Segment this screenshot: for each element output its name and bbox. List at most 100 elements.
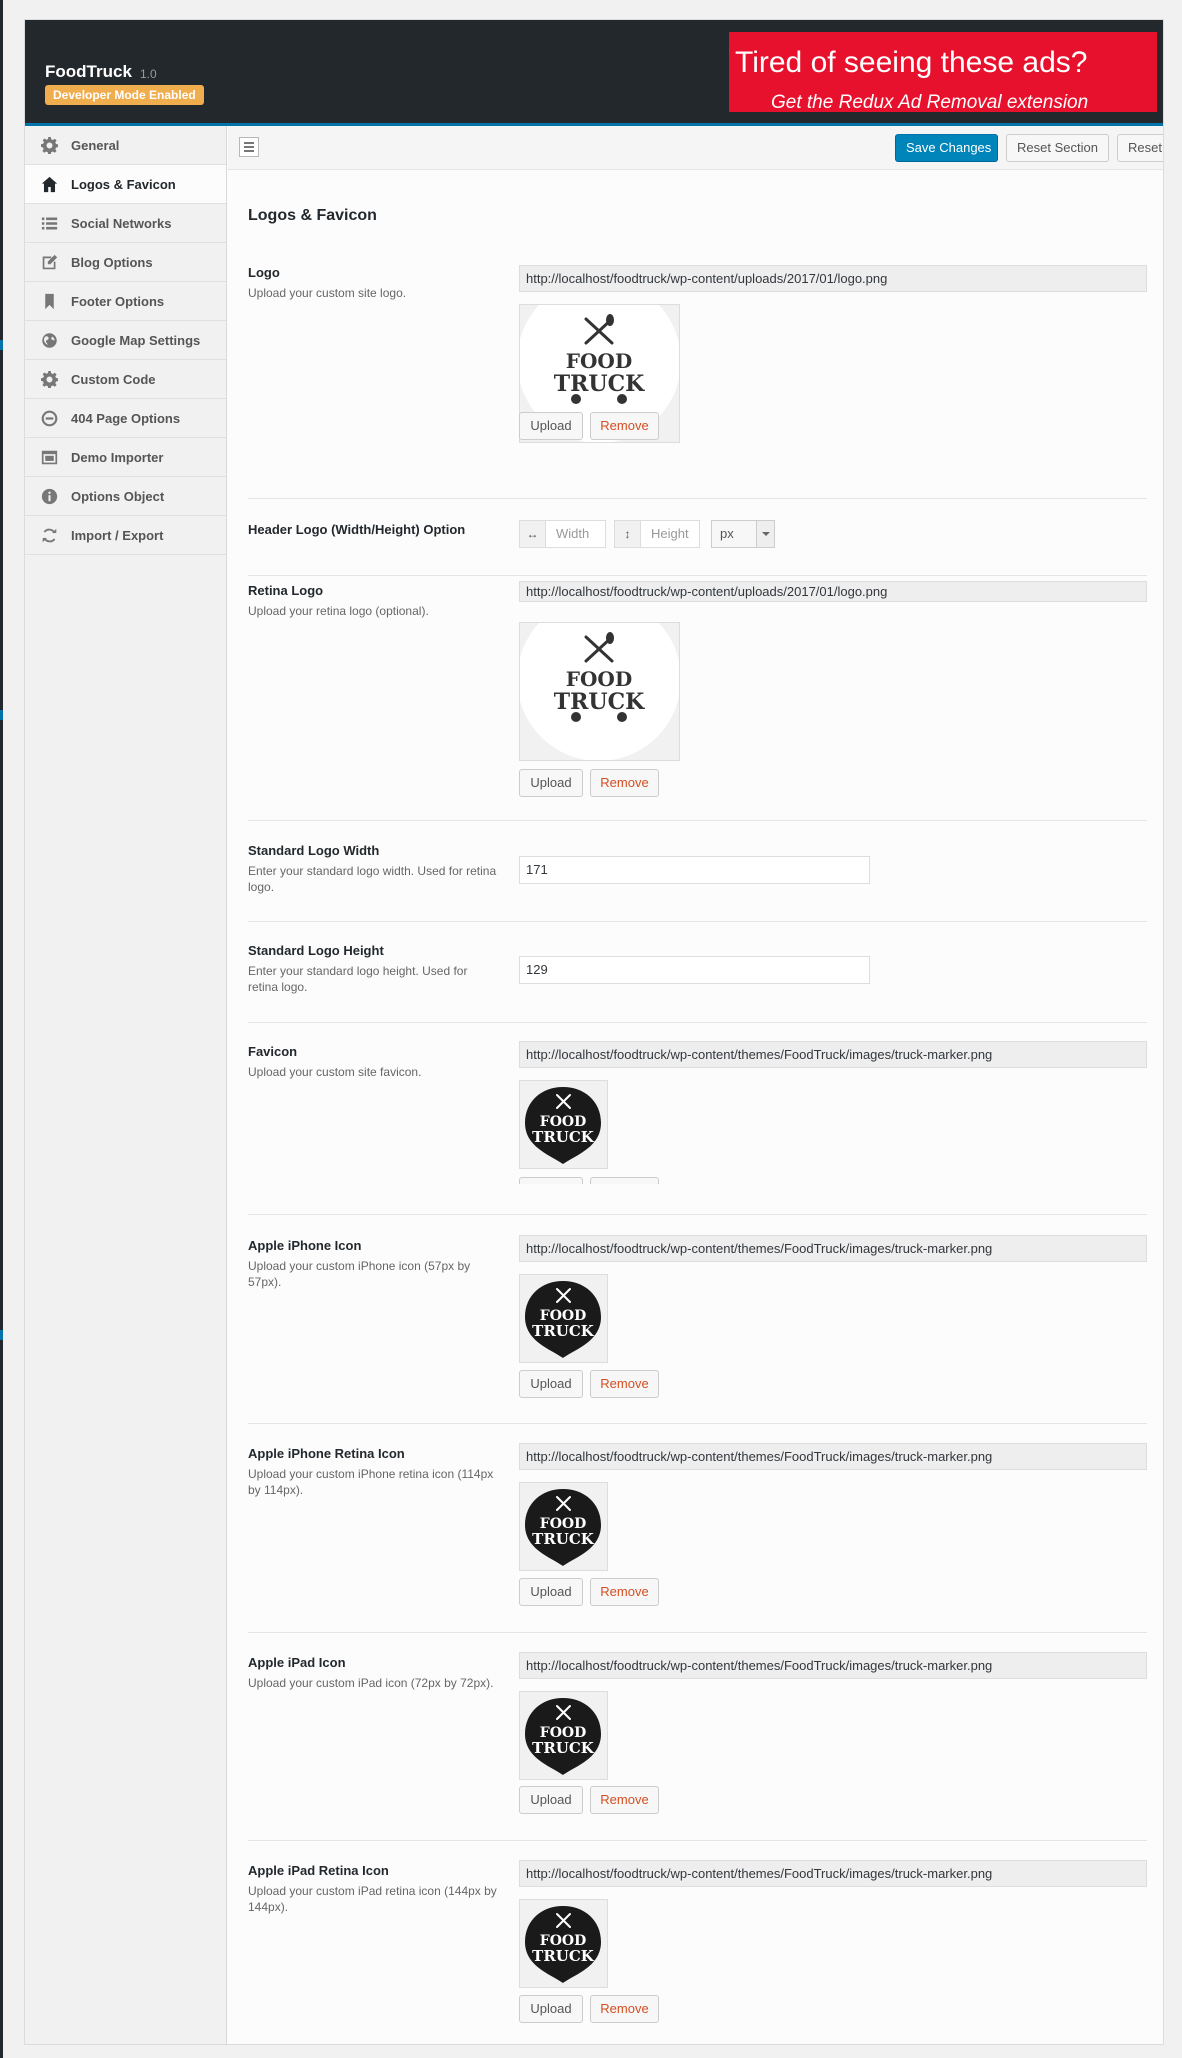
logo-text-line2: TRUCK (554, 689, 645, 715)
logo-text-line2: TRUCK (532, 1739, 595, 1757)
field-description: Enter your standard logo width. Used for… (248, 864, 497, 894)
ad-subtitle: Get the Redux Ad Removal extension (771, 92, 1089, 113)
truck-marker-image: FOOD TRUCK (525, 1698, 601, 1775)
field-apple-ipad-retina-icon: Apple iPad Retina Icon Upload your custo… (248, 1842, 1147, 2044)
panel-header: FoodTruck 1.0 Developer Mode Enabled Tir… (25, 20, 1163, 126)
header-logo-width-input[interactable]: ↔ Width (519, 520, 606, 548)
field-description: Upload your retina logo (optional). (248, 604, 429, 618)
sidebar-item-label: 404 Page Options (71, 410, 181, 426)
logo-text-line2: TRUCK (532, 1530, 595, 1548)
list-icon (39, 213, 59, 233)
bookmark-icon (39, 291, 59, 311)
chevron-down-icon (756, 521, 774, 547)
field-description: Upload your custom site logo. (248, 286, 407, 300)
field-label: Apple iPhone Icon (248, 1238, 362, 1253)
field-label: Standard Logo Height (248, 943, 384, 958)
favicon-preview: FOOD TRUCK (519, 1080, 608, 1169)
logo-upload-button[interactable]: Upload (519, 412, 583, 440)
sidebar-item-label: Logos & Favicon (71, 176, 176, 192)
header-logo-height-input[interactable]: ↕ Height (614, 520, 700, 548)
sidebar-item-label: Demo Importer (71, 449, 164, 465)
ipad-icon-url-input[interactable]: http://localhost/foodtruck/wp-content/th… (519, 1652, 1147, 1679)
ipad-retina-icon-preview: FOOD TRUCK (519, 1899, 608, 1988)
section-title: Logos & Favicon (248, 207, 377, 224)
reset-all-button[interactable]: Reset All (1117, 134, 1163, 162)
field-description: Upload your custom iPad retina icon (144… (248, 1884, 497, 1914)
ipad-retina-upload-button[interactable]: Upload (519, 1995, 583, 2023)
ipad-retina-icon-url-input[interactable]: http://localhost/foodtruck/wp-content/th… (519, 1860, 1147, 1887)
sidebar-item-general[interactable]: General (25, 126, 226, 165)
options-panel: FoodTruck 1.0 Developer Mode Enabled Tir… (24, 19, 1164, 2045)
food-truck-logo-image: FOOD TRUCK (517, 597, 681, 761)
field-apple-iphone-retina-icon: Apple iPhone Retina Icon Upload your cus… (248, 1425, 1147, 1633)
retina-remove-button[interactable]: Remove (590, 769, 659, 797)
ad-title: Tired of seeing these ads? (735, 46, 1088, 79)
sidebar-item-google-map-settings[interactable]: Google Map Settings (25, 321, 226, 360)
sidebar-item-label: General (71, 137, 120, 153)
app-title: FoodTruck (45, 62, 132, 81)
iphone-icon-preview: FOOD TRUCK (519, 1274, 608, 1363)
app-version: 1.0 (140, 67, 157, 81)
truck-marker-image: FOOD TRUCK (525, 1489, 601, 1566)
iphone-icon-url-input[interactable]: http://localhost/foodtruck/wp-content/th… (519, 1235, 1147, 1262)
iphone-remove-button[interactable]: Remove (590, 1370, 659, 1398)
iphone-retina-upload-button[interactable]: Upload (519, 1578, 583, 1606)
field-label: Apple iPad Retina Icon (248, 1863, 389, 1878)
logo-url-input[interactable]: http://localhost/foodtruck/wp-content/up… (519, 265, 1147, 292)
truck-marker-image: FOOD TRUCK (525, 1281, 601, 1358)
home-icon (39, 174, 59, 194)
sidebar-item-options-object[interactable]: Options Object (25, 477, 226, 516)
field-label: Logo (248, 265, 280, 280)
ipad-remove-button[interactable]: Remove (590, 1786, 659, 1814)
field-label: Standard Logo Width (248, 843, 380, 858)
window-icon (39, 447, 59, 467)
field-label: Favicon (248, 1044, 298, 1059)
unit-select[interactable]: px (711, 520, 775, 548)
iphone-retina-icon-preview: FOOD TRUCK (519, 1482, 608, 1571)
ad-banner[interactable]: Tired of seeing these ads? Get the Redux… (729, 32, 1157, 113)
reset-section-button[interactable]: Reset Section (1006, 134, 1109, 162)
sidebar-item-custom-code[interactable]: Custom Code (25, 360, 226, 399)
sidebar-item-footer-options[interactable]: Footer Options (25, 282, 226, 321)
logo-text-line2: TRUCK (532, 1947, 595, 1965)
sidebar-item-label: Custom Code (71, 371, 156, 387)
truck-marker-image: FOOD TRUCK (525, 1906, 601, 1983)
truck-marker-image: FOOD TRUCK (525, 1087, 601, 1164)
sidebar-item-logos-favicon[interactable]: Logos & Favicon (25, 165, 226, 204)
sidebar-item-demo-importer[interactable]: Demo Importer (25, 438, 226, 477)
retina-logo-preview: FOOD TRUCK (517, 597, 681, 761)
toolbar: Save Changes Reset Section Reset All (228, 126, 1163, 170)
standard-logo-height-input[interactable]: 129 (519, 956, 870, 984)
logo-remove-button[interactable]: Remove (590, 412, 659, 440)
sidebar: General Logos & Favicon Social Networks … (25, 126, 227, 2044)
sidebar-item-404-page-options[interactable]: 404 Page Options (25, 399, 226, 438)
save-button[interactable]: Save Changes (895, 134, 998, 162)
field-header-logo-size: Header Logo (Width/Height) Option ↔ Widt… (248, 500, 1147, 576)
iphone-upload-button[interactable]: Upload (519, 1370, 583, 1398)
field-apple-ipad-icon: Apple iPad Icon Upload your custom iPad … (248, 1634, 1147, 1841)
height-arrows-icon: ↕ (615, 521, 641, 547)
ipad-upload-button[interactable]: Upload (519, 1786, 583, 1814)
minus-circle-icon (39, 408, 59, 428)
field-description: Upload your custom iPad icon (72px by 72… (248, 1676, 494, 1690)
sidebar-item-social-networks[interactable]: Social Networks (25, 204, 226, 243)
retina-logo-url-input[interactable]: http://localhost/foodtruck/wp-content/up… (519, 581, 1147, 602)
sidebar-item-label: Import / Export (71, 527, 164, 543)
expand-toggle-icon[interactable] (239, 137, 259, 157)
field-label: Apple iPad Icon (248, 1655, 346, 1670)
iphone-retina-icon-url-input[interactable]: http://localhost/foodtruck/wp-content/th… (519, 1443, 1147, 1470)
iphone-retina-remove-button[interactable]: Remove (590, 1578, 659, 1606)
refresh-icon (39, 525, 59, 545)
field-logo: Logo Upload your custom site logo. http:… (248, 265, 1147, 499)
logo-text-line2: TRUCK (532, 1128, 595, 1146)
favicon-url-input[interactable]: http://localhost/foodtruck/wp-content/th… (519, 1041, 1147, 1068)
sidebar-item-label: Options Object (71, 488, 165, 504)
sidebar-item-blog-options[interactable]: Blog Options (25, 243, 226, 282)
standard-logo-width-input[interactable]: 171 (519, 856, 870, 884)
globe-icon (39, 330, 59, 350)
field-description: Upload your custom site favicon. (248, 1065, 422, 1079)
retina-upload-button[interactable]: Upload (519, 769, 583, 797)
sidebar-item-import-export[interactable]: Import / Export (25, 516, 226, 555)
field-standard-logo-width: Standard Logo Width Enter your standard … (248, 822, 1147, 922)
ipad-retina-remove-button[interactable]: Remove (590, 1995, 659, 2023)
